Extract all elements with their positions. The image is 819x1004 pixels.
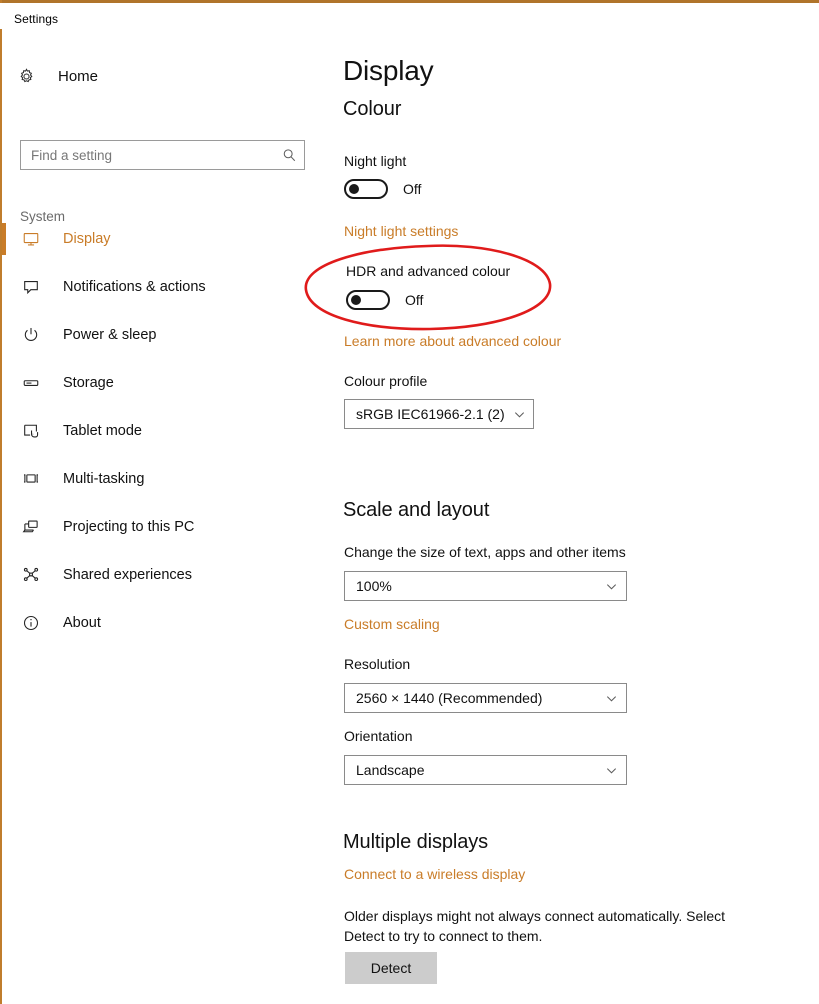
red-ellipse-annotation — [300, 242, 556, 332]
colour-profile-select[interactable]: sRGB IEC61966-2.1 (2) — [344, 399, 534, 429]
scale-label: Change the size of text, apps and other … — [344, 544, 626, 560]
multiple-displays-heading: Multiple displays — [343, 831, 489, 853]
search-box[interactable] — [20, 140, 305, 170]
sidebar-item-storage-label: Storage — [63, 375, 114, 391]
multiple-displays-description: Older displays might not always connect … — [344, 908, 726, 945]
sidebar-item-projecting-to-this-pc[interactable]: Projecting to this PC — [2, 503, 322, 551]
night-light-state: Off — [403, 181, 422, 197]
hdr-label: HDR and advanced colour — [346, 263, 511, 279]
projecting-icon — [20, 518, 42, 536]
chevron-down-icon — [605, 692, 618, 705]
chevron-down-icon — [605, 764, 618, 777]
custom-scaling-link[interactable]: Custom scaling — [344, 616, 440, 632]
sidebar-item-power-sleep[interactable]: Power & sleep — [2, 311, 322, 359]
colour-profile-label: Colour profile — [344, 373, 428, 389]
sidebar-item-shared-experiences[interactable]: Shared experiences — [2, 551, 322, 599]
drive-icon — [20, 374, 42, 392]
night-light-toggle[interactable] — [344, 179, 388, 199]
sidebar-item-about[interactable]: About — [2, 599, 322, 647]
sidebar-item-power-sleep-label: Power & sleep — [63, 327, 157, 343]
colour-profile-value: sRGB IEC61966-2.1 (2) — [356, 406, 505, 422]
sidebar-nav-list: Display Notifications & actions Power & … — [2, 215, 322, 647]
sidebar-item-projecting-to-this-pc-label: Projecting to this PC — [63, 519, 195, 535]
sidebar-item-display[interactable]: Display — [2, 215, 322, 263]
title-bar: Settings — [0, 3, 819, 29]
window-title: Settings — [14, 12, 59, 26]
detect-button[interactable]: Detect — [345, 952, 437, 984]
info-icon — [20, 614, 42, 632]
sidebar-item-tablet-mode-label: Tablet mode — [63, 423, 142, 439]
scale-section-heading: Scale and layout — [343, 499, 490, 521]
resolution-value: 2560 × 1440 (Recommended) — [356, 690, 543, 706]
orientation-value: Landscape — [356, 762, 425, 778]
night-light-label: Night light — [344, 153, 407, 169]
scale-value: 100% — [356, 578, 392, 594]
sidebar-item-notifications-actions-label: Notifications & actions — [63, 279, 206, 295]
sidebar-item-home[interactable]: Home — [12, 60, 312, 92]
search-icon[interactable] — [274, 148, 304, 163]
resolution-select[interactable]: 2560 × 1440 (Recommended) — [344, 683, 627, 713]
colour-section-heading: Colour — [343, 98, 402, 120]
sidebar-item-multi-tasking[interactable]: Multi-tasking — [2, 455, 322, 503]
connect-wireless-display-link[interactable]: Connect to a wireless display — [344, 866, 525, 882]
sidebar-item-about-label: About — [63, 615, 101, 631]
sidebar-item-storage[interactable]: Storage — [2, 359, 322, 407]
night-light-toggle-knob — [349, 184, 359, 194]
sidebar-item-shared-experiences-label: Shared experiences — [63, 567, 192, 583]
page-title: Display — [343, 55, 434, 86]
hdr-state: Off — [405, 292, 424, 308]
hdr-toggle-knob — [351, 295, 361, 305]
search-input[interactable] — [21, 141, 274, 169]
learn-more-advanced-colour-link[interactable]: Learn more about advanced colour — [344, 333, 561, 349]
hdr-toggle[interactable] — [346, 290, 390, 310]
share-nodes-icon — [20, 566, 42, 584]
monitor-icon — [20, 230, 42, 248]
sidebar: Home System Displ — [2, 32, 322, 1004]
night-light-settings-link[interactable]: Night light settings — [344, 223, 458, 239]
gear-icon — [12, 67, 40, 85]
settings-window: Settings Home System — [0, 0, 819, 1004]
sidebar-item-display-label: Display — [63, 231, 111, 247]
orientation-select[interactable]: Landscape — [344, 755, 627, 785]
sidebar-item-home-label: Home — [58, 67, 99, 85]
tablet-hand-icon — [20, 422, 42, 440]
orientation-label: Orientation — [344, 728, 413, 744]
sidebar-item-multi-tasking-label: Multi-tasking — [63, 471, 145, 487]
sidebar-item-notifications-actions[interactable]: Notifications & actions — [2, 263, 322, 311]
chevron-down-icon — [605, 580, 618, 593]
speech-bubble-icon — [20, 278, 42, 296]
chevron-down-icon — [513, 408, 526, 421]
resolution-label: Resolution — [344, 656, 411, 672]
night-light-toggle-row: Off — [344, 179, 421, 199]
sidebar-item-tablet-mode[interactable]: Tablet mode — [2, 407, 322, 455]
multitask-icon — [20, 470, 42, 488]
scale-select[interactable]: 100% — [344, 571, 627, 601]
power-icon — [20, 326, 42, 344]
hdr-toggle-row: Off — [346, 290, 423, 310]
